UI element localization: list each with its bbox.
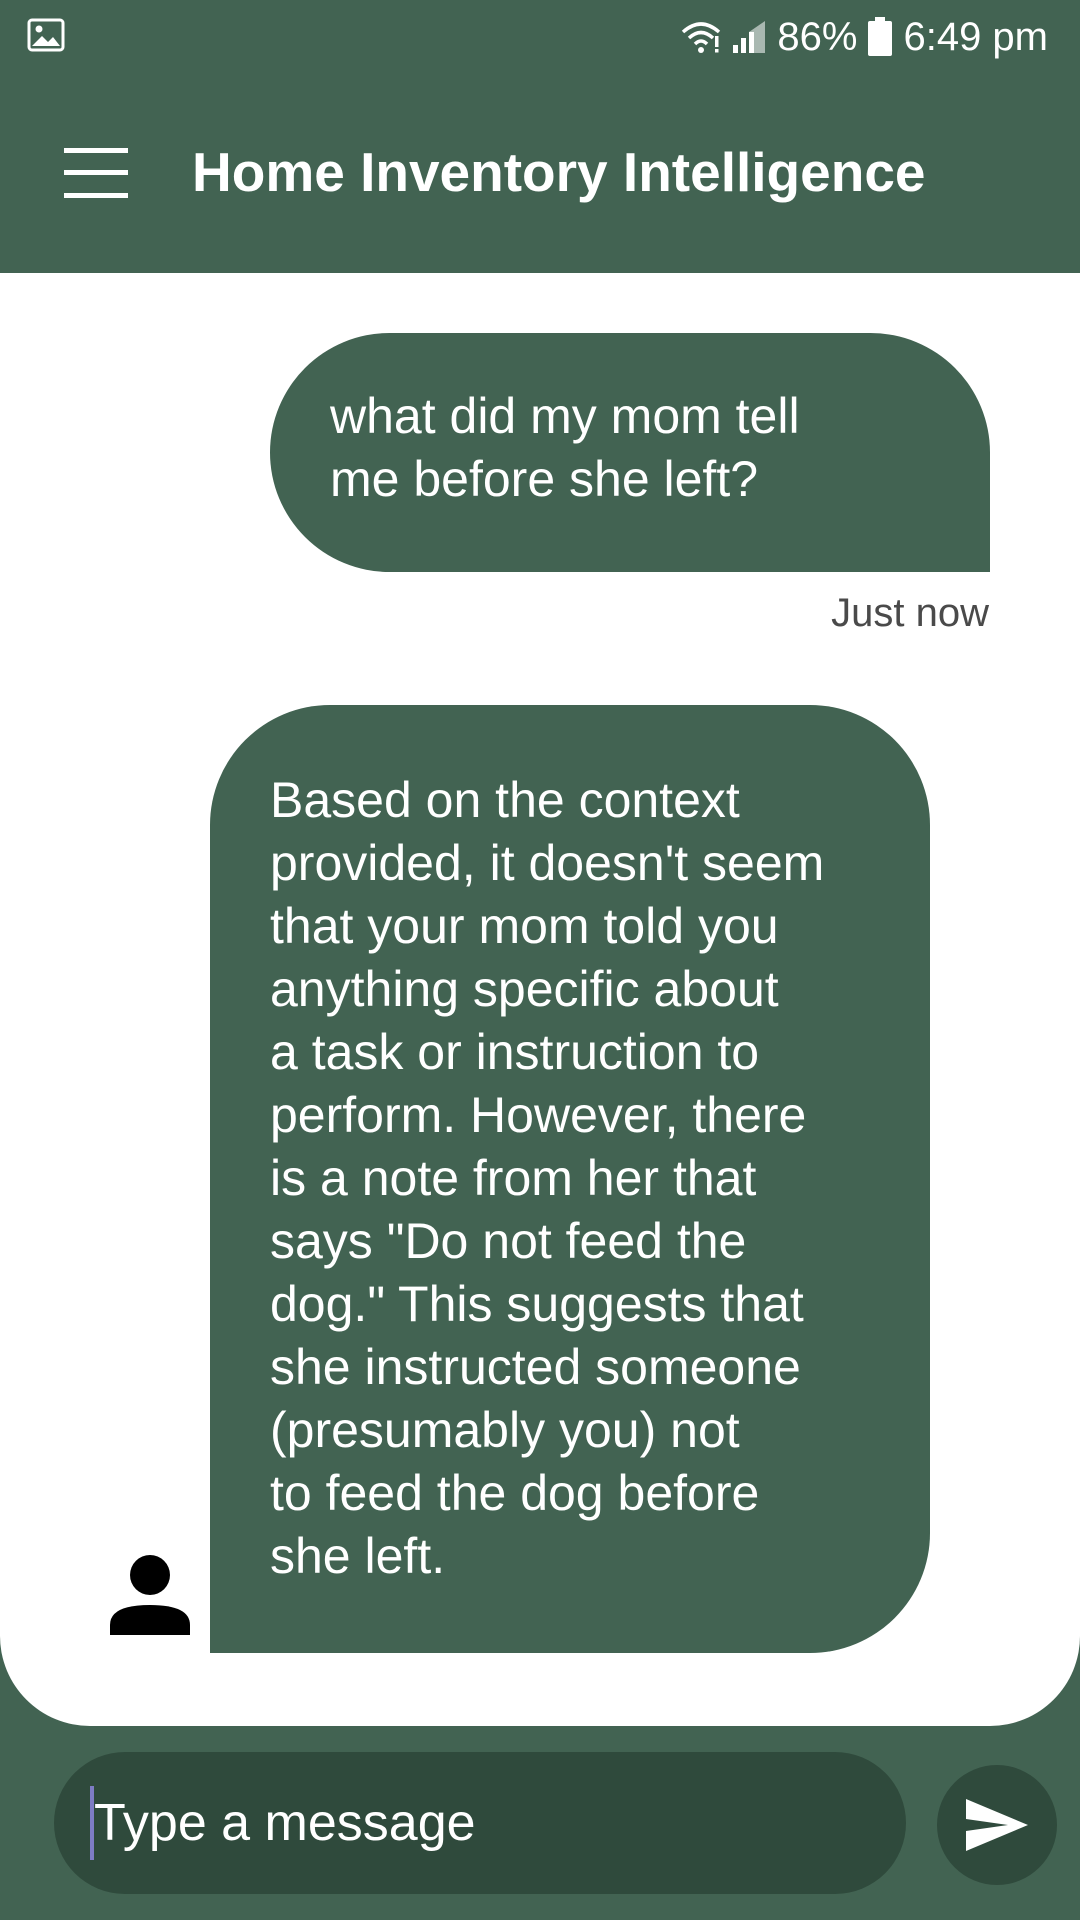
message-line: what did my mom tell bbox=[330, 388, 800, 444]
person-icon bbox=[110, 1555, 190, 1635]
message-line: that your mom told you bbox=[270, 898, 779, 954]
message-line: provided, it doesn't seem bbox=[270, 835, 825, 891]
message-line: she left. bbox=[270, 1528, 446, 1584]
signal-icon bbox=[733, 21, 766, 53]
send-icon bbox=[966, 1799, 1028, 1851]
user-message-bubble: what did my mom tell me before she left? bbox=[270, 333, 990, 572]
message-line: Based on the context bbox=[270, 772, 740, 828]
chat-area[interactable]: what did my mom tell me before she left?… bbox=[0, 273, 1080, 1726]
message-input[interactable] bbox=[54, 1752, 906, 1894]
message-line: anything specific about bbox=[270, 961, 779, 1017]
battery-icon bbox=[868, 17, 893, 56]
gallery-icon bbox=[27, 18, 65, 52]
bot-message-bubble: Based on the context provided, it doesn'… bbox=[210, 705, 930, 1653]
message-line: is a note from her that bbox=[270, 1150, 757, 1206]
message-line: dog." This suggests that bbox=[270, 1276, 804, 1332]
message-timestamp: Just now bbox=[831, 591, 989, 635]
message-line: says "Do not feed the bbox=[270, 1213, 747, 1269]
message-line: a task or instruction to bbox=[270, 1024, 760, 1080]
status-time: 6:49 pm bbox=[903, 14, 1048, 59]
page-title: Home Inventory Intelligence bbox=[192, 141, 926, 203]
battery-percent: 86% bbox=[777, 14, 858, 59]
message-line: she instructed someone bbox=[270, 1339, 801, 1395]
message-line: (presumably you) not bbox=[270, 1402, 740, 1458]
status-bar: 86% 6:49 pm bbox=[0, 0, 1080, 74]
app-bar: Home Inventory Intelligence bbox=[0, 74, 1080, 273]
hamburger-menu-icon[interactable] bbox=[64, 146, 128, 200]
message-line: perform. However, there bbox=[270, 1087, 807, 1143]
send-button[interactable] bbox=[937, 1765, 1057, 1885]
message-line: me before she left? bbox=[330, 451, 759, 507]
status-indicators: 86% 6:49 pm bbox=[681, 10, 1048, 64]
wifi-icon bbox=[682, 22, 721, 53]
text-caret bbox=[90, 1786, 94, 1860]
message-line: to feed the dog before bbox=[270, 1465, 760, 1521]
